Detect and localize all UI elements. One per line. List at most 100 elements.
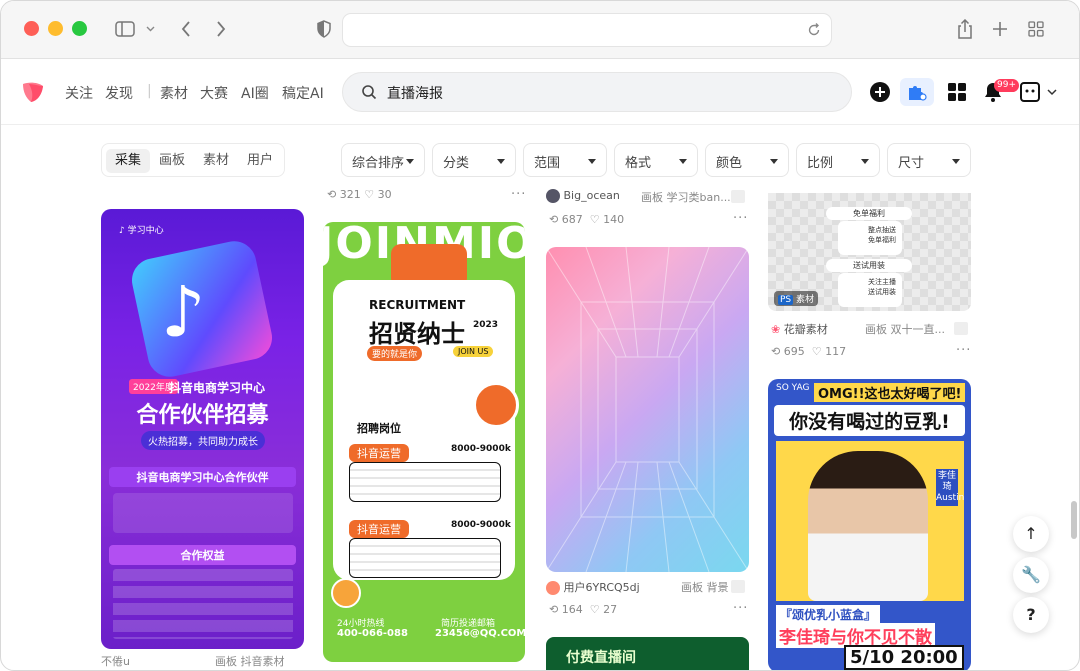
board-thumbnail[interactable] [954,322,968,335]
filter-sort-dropdown[interactable]: 综合排序 [341,143,425,177]
pin-board[interactable]: 画板 背景 [681,579,729,595]
pin-card-live-coupon[interactable]: 免单福利 整点抽送 免单福利 送试用装 关注主播 送试用装 PS 素材 [768,193,971,311]
save-count: 695 [783,345,805,358]
zoom-window-button[interactable] [72,21,87,36]
avatar[interactable] [546,189,560,203]
ad-name-tag: 李佳琦Austin [936,469,964,506]
tools-button[interactable]: 🔧 [1013,557,1049,593]
ad-brand: SO YAG [776,383,810,393]
tiktok-note-icon: ♪ [161,271,206,353]
job2-title: 抖音运营 [349,520,409,538]
tab-overview-icon[interactable] [1028,21,1044,37]
caret-down-icon [406,159,414,164]
card-body-text-block [113,493,293,533]
chevron-down-icon[interactable] [1047,89,1057,96]
user-name[interactable]: 花瓣素材 [784,323,828,336]
job2-salary: 8000-9000k [451,520,511,530]
pin-card-recruit-poster[interactable]: JOINMIO RECRUITMENT 招贤纳士 2023 要的就是你 JOIN… [323,222,525,662]
chevron-down-icon[interactable] [146,26,155,32]
like-count: 30 [377,188,392,201]
filter-size-dropdown[interactable]: 尺寸 [887,143,971,177]
close-window-button[interactable] [24,21,39,36]
pin-board[interactable]: 画板 学习类ban... [641,189,731,205]
user-name[interactable]: 不倦u [101,655,130,668]
repin-icon: ⟲ [549,603,562,616]
pin-card-gradient-background[interactable] [546,247,749,572]
plugin-button[interactable] [900,78,934,106]
filter-format-label: 格式 [625,156,652,171]
pin-stats: ⟲ 695 ♡ 117 [771,345,846,358]
card-benefits-list [113,569,293,639]
join-us-badge: JOIN US [453,346,494,357]
address-bar[interactable] [343,14,831,46]
nav-ai-circle[interactable]: AI圈 [241,83,269,103]
nav-contest[interactable]: 大赛 [200,83,228,103]
nav-discover[interactable]: 发现 [105,83,133,103]
filter-ratio-dropdown[interactable]: 比例 [796,143,880,177]
tab-board[interactable]: 画板 [150,149,194,173]
pin-stats: ⟲ 164 ♡ 27 [549,603,617,616]
smiley-badge [331,578,361,608]
search-input[interactable] [387,82,807,104]
avatar[interactable] [546,581,560,595]
recruit-text: RECRUITMENT [369,298,466,312]
more-options-icon[interactable]: ··· [733,211,748,226]
nav-gaoding-ai[interactable]: 稿定AI [282,83,324,103]
user-avatar-icon[interactable] [1019,81,1041,103]
sidebar-toggle-icon[interactable] [115,21,135,37]
result-type-tabs: 采集 画板 素材 用户 [101,143,285,177]
tab-user[interactable]: 用户 [238,149,282,173]
like-count: 117 [825,345,847,358]
help-button[interactable]: ? [1013,597,1049,633]
new-tab-icon[interactable] [992,21,1008,37]
save-count: 687 [561,213,583,226]
shield-icon[interactable] [316,20,332,38]
browser-window: 关注 发现 | 素材 大赛 AI圈 稿定AI 99+ 采集 画板 素材 用户 综… [0,0,1080,671]
user-name[interactable]: Big_ocean [564,189,620,202]
board-thumbnail[interactable] [731,580,745,593]
forward-icon[interactable] [216,21,226,37]
megaphone-icon [473,382,519,428]
back-icon[interactable] [181,21,191,37]
browser-toolbar [1,1,1079,59]
user-name[interactable]: 用户6YRCQ5dj [564,581,640,594]
pin-user-row: 不倦u [101,653,130,669]
save-count: 321 [339,188,361,201]
minimize-window-button[interactable] [48,21,63,36]
add-icon[interactable] [869,81,891,103]
job1-salary: 8000-9000k [451,444,511,454]
apps-grid-icon[interactable] [946,81,968,103]
huaban-logo-icon[interactable] [21,81,45,103]
share-icon[interactable] [957,19,973,39]
filter-ratio-label: 比例 [807,156,834,171]
filter-sort-label: 综合排序 [352,156,405,171]
filter-color-dropdown[interactable]: 颜色 [705,143,789,177]
board-thumbnail[interactable] [731,190,745,203]
ad-line2: 你没有喝过的豆乳! [774,405,965,436]
pin-board[interactable]: 画板 双十一直... [865,321,945,337]
pin-card-douyin-recruit[interactable]: ♪ 学习中心 ♪ 2022年度 抖音电商学习中心 合作伙伴招募 火热招募，共同助… [101,209,304,649]
more-options-icon[interactable]: ··· [511,187,526,202]
nav-material[interactable]: 素材 [160,83,188,103]
pin-card-paid-live[interactable]: 付费直播间 [546,637,749,670]
save-count: 164 [561,603,583,616]
card-title: 付费直播间 [566,650,636,666]
tab-material[interactable]: 素材 [194,149,238,173]
nav-follow[interactable]: 关注 [65,83,93,103]
filter-format-dropdown[interactable]: 格式 [614,143,698,177]
more-options-icon[interactable]: ··· [733,601,748,616]
filter-category-dropdown[interactable]: 分类 [432,143,516,177]
reload-icon[interactable] [807,23,821,37]
tab-collect[interactable]: 采集 [106,149,150,173]
scrollbar-thumb[interactable] [1071,501,1077,539]
like-count: 27 [603,603,618,616]
pin-board[interactable]: 画板 抖音素材 [215,653,285,669]
back-to-top-button[interactable]: ↑ [1013,516,1049,552]
more-options-icon[interactable]: ··· [956,343,971,358]
filter-category-label: 分类 [443,156,470,171]
card-slogan: 火热招募，共同助力成长 [141,431,265,450]
pin-card-livestream-ad[interactable]: SO YAG OMG!!这也太好喝了吧! 你没有喝过的豆乳! 李佳琦Austin… [768,379,971,670]
search-box[interactable] [342,72,852,112]
filter-scope-dropdown[interactable]: 范围 [523,143,607,177]
caret-down-icon [770,159,778,164]
